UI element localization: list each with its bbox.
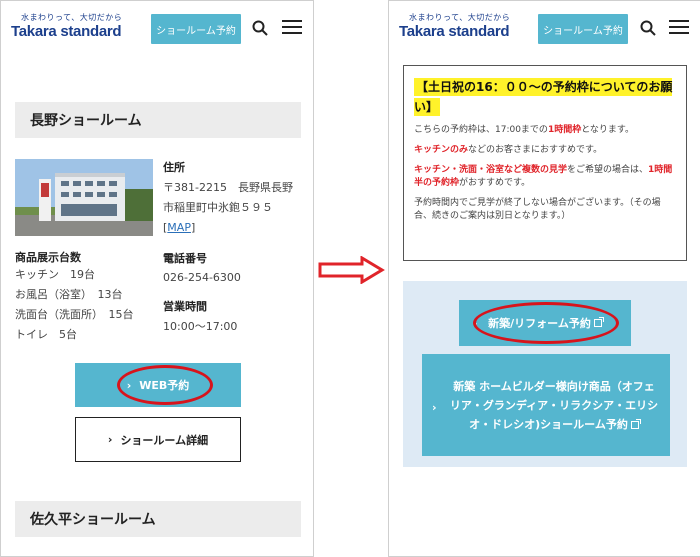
notice-title: 【土日祝の16：００〜の予約枠についてのお願い】 <box>414 78 673 116</box>
builder-reserve-text: 新築 ホームビルダー様向け商品（オフェリア・グランディア・リラクシア・エリシオ・… <box>449 379 659 431</box>
reservation-notice-box: 【土日祝の16：００〜の予約枠についてのお願い】 こちらの予約枠は、17:00ま… <box>403 65 687 261</box>
exhibit-item: キッチン 19台 <box>15 268 95 281</box>
home-builder-reserve-button[interactable]: › 新築 ホームビルダー様向け商品（オフェリア・グランディア・リラクシア・エリシ… <box>422 354 670 456</box>
chevron-right-icon: › <box>107 433 113 446</box>
phone-label: 電話番号 <box>163 252 207 265</box>
takara-standard-logo[interactable]: 水まわりって、大切だから Takara standard <box>11 13 122 40</box>
external-link-icon <box>630 418 641 429</box>
site-header: 水まわりって、大切だから Takara standard ショールーム予約 <box>1 1 313 51</box>
logo-brand: Takara standard <box>399 23 510 40</box>
right-screenshot: 水まわりって、大切だから Takara standard ショールーム予約 【土… <box>388 0 700 557</box>
hamburger-menu-icon[interactable] <box>282 20 302 35</box>
exhibit-item: トイレ 5台 <box>15 328 77 341</box>
logo-brand: Takara standard <box>11 23 122 40</box>
section-title-nagano: 長野ショールーム <box>15 102 301 138</box>
notice-text: となります。 <box>581 125 635 135</box>
showroom-reserve-header-button[interactable]: ショールーム予約 <box>151 14 241 44</box>
notice-text: こちらの予約枠は、17:00までの <box>414 125 548 135</box>
search-icon[interactable] <box>640 20 656 36</box>
chevron-right-icon: › <box>432 401 437 414</box>
map-bracket-close: ] <box>190 221 196 234</box>
notice-text: などのお客さまにおすすめです。 <box>468 145 603 155</box>
logo-tagline: 水まわりって、大切だから <box>409 13 511 22</box>
notice-emphasis: キッチンのみ <box>414 145 469 155</box>
logo-tagline: 水まわりって、大切だから <box>21 13 123 22</box>
hours-text: 10:00〜17:00 <box>163 320 238 333</box>
notice-emphasis: キッチン・洗面・浴室など複数の見学 <box>414 165 568 175</box>
address-text: 〒381-2215 長野県長野 市稲里町中氷鉋５９５ [MAP] <box>163 178 293 238</box>
hamburger-menu-icon[interactable] <box>669 20 689 35</box>
exhibit-item: 洗面台（洗面所） 15台 <box>15 308 134 321</box>
address-line-1: 〒381-2215 長野県長野 <box>163 181 293 194</box>
builder-reserve-label: 新築 ホームビルダー様向け商品（オフェリア・グランディア・リラクシア・エリシオ・… <box>448 377 660 434</box>
site-header: 水まわりって、大切だから Takara standard ショールーム予約 <box>389 1 700 51</box>
address-label: 住所 <box>163 161 185 174</box>
map-line: [MAP] <box>163 218 293 238</box>
exhibit-item: お風呂（浴室） 13台 <box>15 288 123 301</box>
notice-text: をご希望の場合は、 <box>567 165 649 175</box>
search-icon[interactable] <box>252 20 268 36</box>
right-arrow-icon <box>318 256 385 284</box>
showroom-detail-label: ショールーム詳細 <box>120 433 209 447</box>
red-highlight-circle <box>117 365 213 405</box>
takara-standard-logo[interactable]: 水まわりって、大切だから Takara standard <box>399 13 510 40</box>
section-title-sakudaira: 佐久平ショールーム <box>15 501 301 537</box>
address-line-2: 市稲里町中氷鉋５９５ <box>163 201 273 214</box>
red-highlight-circle <box>473 302 619 344</box>
notice-text: がおすすめです。 <box>459 178 531 188</box>
showroom-reserve-header-button[interactable]: ショールーム予約 <box>538 14 628 44</box>
notice-paragraph-4: 予約時間内でご見学が終了しない場合がございます。（その場合、続きのご案内は別日と… <box>414 198 661 221</box>
notice-emphasis: 1時間枠 <box>547 125 582 135</box>
notice-paragraph-3: キッチン・洗面・浴室など複数の見学をご希望の場合は、1時間半の予約枠がおすすめで… <box>414 164 676 190</box>
notice-paragraph-2: キッチンのみなどのお客さまにおすすめです。 <box>414 144 676 157</box>
phone-number[interactable]: 026-254-6300 <box>163 268 241 288</box>
hours-label: 営業時間 <box>163 300 207 313</box>
showroom-building-photo <box>15 159 153 236</box>
showroom-detail-button[interactable]: › ショールーム詳細 <box>75 417 241 462</box>
notice-paragraph-1: こちらの予約枠は、17:00までの1時間枠となります。 <box>414 124 676 137</box>
exhibits-label: 商品展示台数 <box>15 251 81 264</box>
left-screenshot: 水まわりって、大切だから Takara standard ショールーム予約 長野… <box>0 0 314 557</box>
map-link[interactable]: MAP <box>167 221 191 234</box>
exhibits-list: キッチン 19台 お風呂（浴室） 13台 洗面台（洗面所） 15台 トイレ 5台 <box>15 265 134 345</box>
